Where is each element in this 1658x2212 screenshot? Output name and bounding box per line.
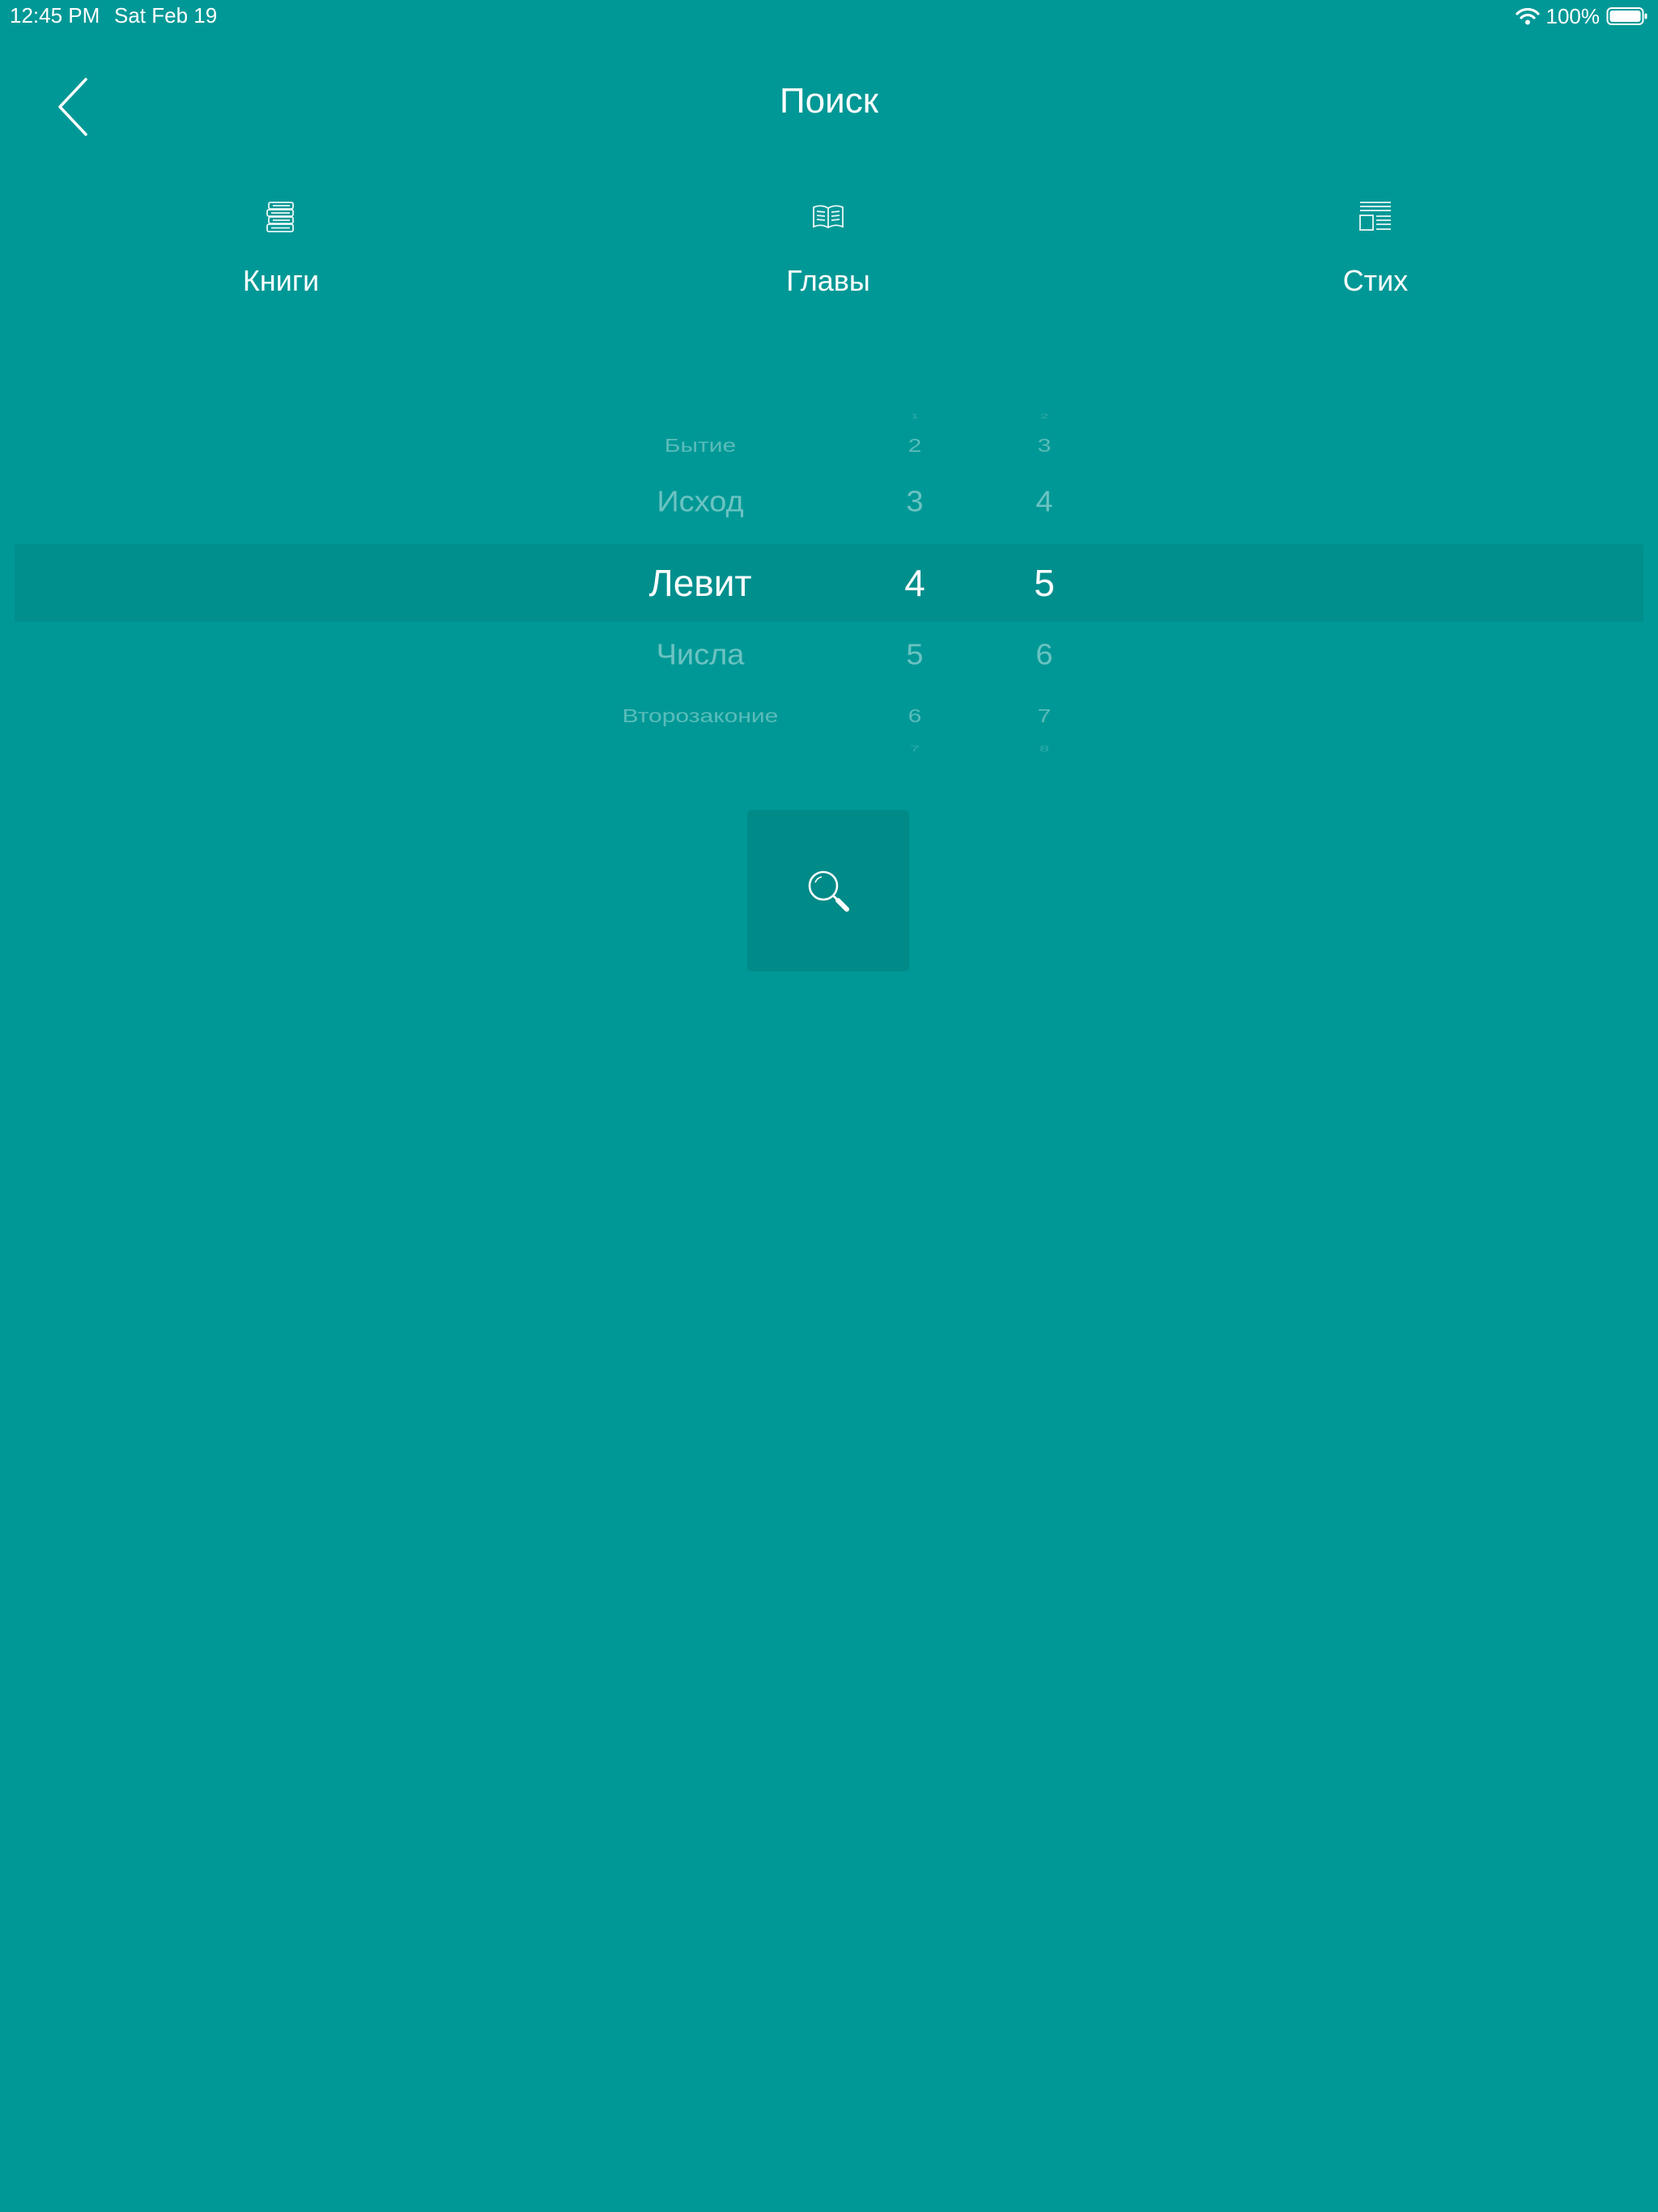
picker-item-book[interactable]: Бытие bbox=[567, 436, 834, 457]
tab-verse-label: Стих bbox=[1342, 264, 1409, 297]
book-chapter-verse-picker[interactable]: Бытие Исход Левит Числа Второзаконие 1 2… bbox=[0, 405, 1658, 761]
tab-verse[interactable]: Стих bbox=[1230, 191, 1521, 321]
picker-item-verse[interactable]: 3 bbox=[996, 436, 1093, 457]
picker-column-verse[interactable]: 2 3 4 5 6 7 8 bbox=[996, 405, 1093, 761]
picker-item-verse[interactable]: 6 bbox=[996, 639, 1093, 671]
picker-item-chapter[interactable]: 5 bbox=[866, 639, 963, 671]
status-bar: 12:45 PM Sat Feb 19 100% bbox=[0, 0, 1658, 32]
status-time: 12:45 PM bbox=[10, 3, 100, 28]
picker-item-book[interactable]: Второзаконие bbox=[567, 706, 834, 728]
search-button[interactable] bbox=[747, 810, 909, 972]
picker-item-chapter[interactable]: 2 bbox=[866, 436, 963, 457]
open-book-icon bbox=[813, 205, 844, 229]
picker-item-verse[interactable]: 8 bbox=[996, 744, 1093, 754]
tab-books-label: Книги bbox=[242, 264, 320, 297]
picker-item-verse-selected[interactable]: 5 bbox=[996, 561, 1093, 605]
picker-item-chapter[interactable]: 3 bbox=[866, 486, 963, 518]
wifi-icon bbox=[1515, 7, 1540, 25]
picker-item-chapter-selected[interactable]: 4 bbox=[866, 561, 963, 605]
battery-icon bbox=[1606, 6, 1648, 26]
battery-percent: 100% bbox=[1545, 3, 1601, 28]
page-title: Поиск bbox=[780, 81, 878, 121]
picker-item-book-selected[interactable]: Левит bbox=[567, 561, 834, 605]
status-date: Sat Feb 19 bbox=[114, 3, 218, 28]
tab-books[interactable]: Книги bbox=[135, 191, 427, 321]
books-stack-icon bbox=[266, 202, 294, 232]
picker-column-book[interactable]: Бытие Исход Левит Числа Второзаконие bbox=[567, 405, 834, 761]
tab-chapters-label: Главы bbox=[786, 264, 870, 297]
picker-item-chapter[interactable]: 7 bbox=[866, 744, 963, 754]
picker-item-chapter[interactable]: 6 bbox=[866, 706, 963, 728]
search-icon bbox=[808, 870, 849, 912]
picker-item-verse[interactable]: 2 bbox=[996, 413, 1093, 420]
article-icon bbox=[1359, 202, 1391, 231]
picker-item-book[interactable]: Исход bbox=[567, 486, 834, 518]
picker-item-verse[interactable]: 4 bbox=[996, 486, 1093, 518]
tab-chapters[interactable]: Главы bbox=[682, 191, 974, 321]
picker-item-chapter[interactable]: 1 bbox=[866, 413, 963, 420]
picker-column-chapter[interactable]: 1 2 3 4 5 6 7 bbox=[866, 405, 963, 761]
picker-item-book[interactable]: Числа bbox=[567, 639, 834, 671]
picker-item-verse[interactable]: 7 bbox=[996, 706, 1093, 728]
status-indicators: 100% bbox=[1515, 3, 1649, 29]
